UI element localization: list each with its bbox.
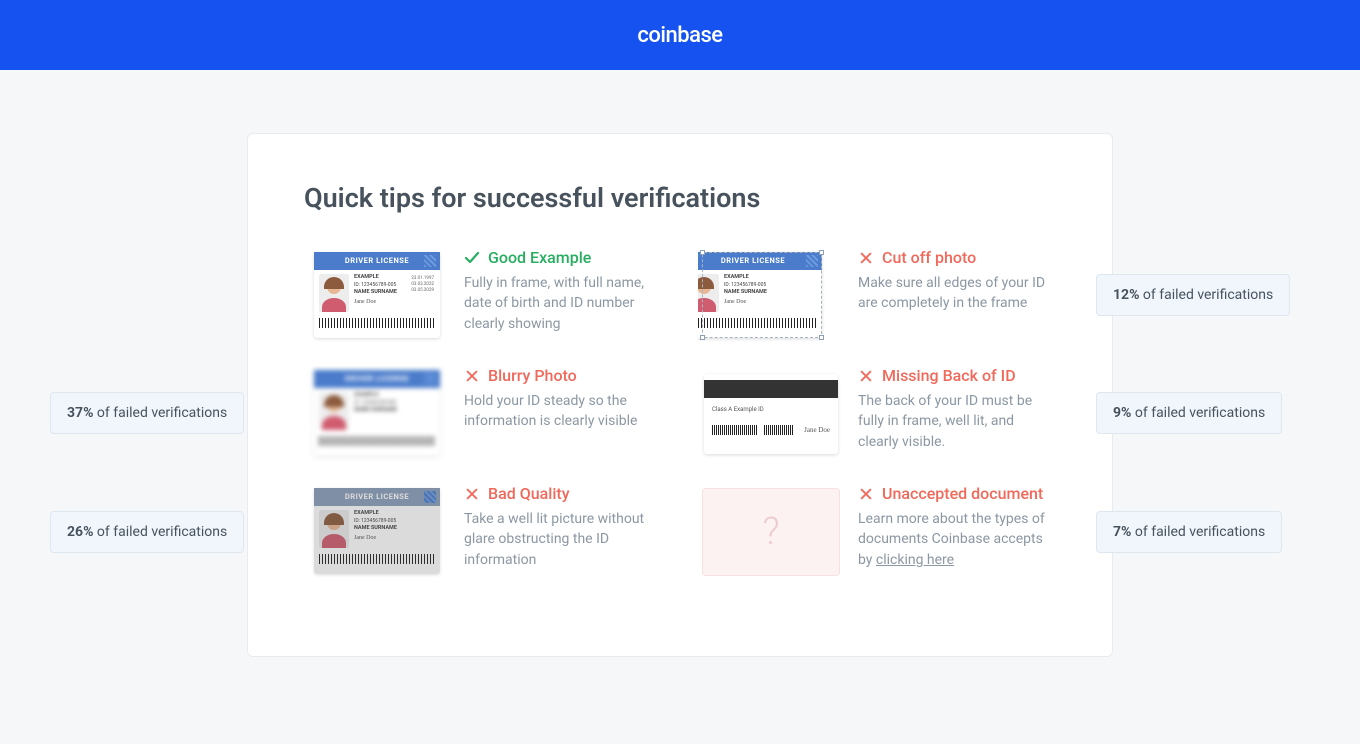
idcard-header: DRIVER LICENSE <box>314 252 440 270</box>
idcard-name: NAME SURNAME <box>354 525 397 531</box>
header: coinbase <box>0 0 1360 70</box>
annotation-text: of failed verifications <box>1135 405 1265 421</box>
idcard-name: NAME SURNAME <box>354 407 397 413</box>
tips-card: Quick tips for successful verifications … <box>247 133 1113 657</box>
annotation-pct: 37% <box>67 405 93 421</box>
annotation-pct: 9% <box>1113 405 1131 421</box>
tip-blurry: DRIVER LICENSE EXAMPLE ID: 123456789-005… <box>304 366 662 462</box>
idcard-detail: 03.03.2022 <box>411 282 434 287</box>
tip-desc: Fully in frame, with full name, date of … <box>464 273 662 334</box>
thumb-unaccepted: ? <box>698 484 844 580</box>
annotation-pct: 12% <box>1113 287 1139 303</box>
annotation-text: of failed verifications <box>1143 287 1273 303</box>
idcard-signature: Jane Doe <box>354 534 435 542</box>
x-icon <box>464 486 480 502</box>
thumb-blurry: DRIVER LICENSE EXAMPLE ID: 123456789-005… <box>304 366 450 462</box>
annotation-text: of failed verifications <box>97 524 227 540</box>
tips-grid: DRIVER LICENSE EXAMPLE ID: 123456789-005… <box>304 248 1056 580</box>
tip-label: Bad Quality <box>488 484 570 503</box>
x-icon <box>858 368 874 384</box>
annotation-unaccepted: 7% of failed verifications <box>1096 511 1282 553</box>
tip-cutoff: DRIVER LICENSE EXAMPLE ID: 123456789-005… <box>698 248 1056 344</box>
thumb-good: DRIVER LICENSE EXAMPLE ID: 123456789-005… <box>304 248 450 344</box>
annotation-blurry: 37% of failed verifications <box>50 392 244 434</box>
annotation-cutoff: 12% of failed verifications <box>1096 274 1290 316</box>
tip-unaccepted: ? Unaccepted document Learn more about t… <box>698 484 1056 580</box>
annotation-text: of failed verifications <box>97 405 227 421</box>
tip-desc: Make sure all edges of your ID are compl… <box>858 273 1056 314</box>
tip-label: Missing Back of ID <box>882 366 1016 385</box>
tip-desc: Learn more about the types of documents … <box>858 509 1056 570</box>
idcard-header: DRIVER LICENSE <box>314 370 440 388</box>
idcard-idline: ID: 123456789-005 <box>354 518 396 524</box>
idcard-idline: ID: 123456789-005 <box>354 282 396 288</box>
card-title: Quick tips for successful verifications <box>304 182 1056 214</box>
idcard-header: DRIVER LICENSE <box>314 488 440 506</box>
idcard-back-label: Class A Example ID <box>712 406 830 413</box>
tip-desc: The back of your ID must be fully in fra… <box>858 391 1056 452</box>
tip-label: Unaccepted document <box>882 484 1043 503</box>
tip-desc: Hold your ID steady so the information i… <box>464 391 662 432</box>
tip-good: DRIVER LICENSE EXAMPLE ID: 123456789-005… <box>304 248 662 344</box>
idcard-detail: 03.05.2029 <box>411 288 434 293</box>
tip-bad-quality: DRIVER LICENSE EXAMPLE ID: 123456789-005… <box>304 484 662 580</box>
question-mark-icon: ? <box>762 510 779 554</box>
annotation-pct: 7% <box>1113 524 1131 540</box>
idcard-example: EXAMPLE <box>354 274 379 280</box>
brand-logo: coinbase <box>637 23 722 48</box>
tip-missing-back: Class A Example ID Jane Doe Missing Back… <box>698 366 1056 462</box>
idcard-name: NAME SURNAME <box>354 289 397 295</box>
idcard-example: EXAMPLE <box>354 510 379 516</box>
tip-label: Good Example <box>488 248 591 267</box>
tip-label: Blurry Photo <box>488 366 577 385</box>
accepted-docs-link[interactable]: clicking here <box>876 552 954 568</box>
idcard-signature: Jane Doe <box>354 298 435 306</box>
check-icon <box>464 250 480 266</box>
idcard-idline: ID: 123456789-005 <box>354 400 396 406</box>
annotation-pct: 26% <box>67 524 93 540</box>
annotation-missing: 9% of failed verifications <box>1096 392 1282 434</box>
x-icon <box>858 250 874 266</box>
annotation-bad: 26% of failed verifications <box>50 511 244 553</box>
thumb-missing-back: Class A Example ID Jane Doe <box>698 366 844 462</box>
x-icon <box>858 486 874 502</box>
thumb-bad-quality: DRIVER LICENSE EXAMPLE ID: 123456789-005… <box>304 484 450 580</box>
idcard-example: EXAMPLE <box>354 392 379 398</box>
idcard-detail: 23.01.1997 <box>411 276 434 281</box>
thumb-cutoff: DRIVER LICENSE EXAMPLE ID: 123456789-005… <box>698 248 844 344</box>
x-icon <box>464 368 480 384</box>
tip-label: Cut off photo <box>882 248 976 267</box>
tip-desc: Take a well lit picture without glare ob… <box>464 509 662 570</box>
idcard-signature: Jane Doe <box>804 426 830 434</box>
annotation-text: of failed verifications <box>1135 524 1265 540</box>
